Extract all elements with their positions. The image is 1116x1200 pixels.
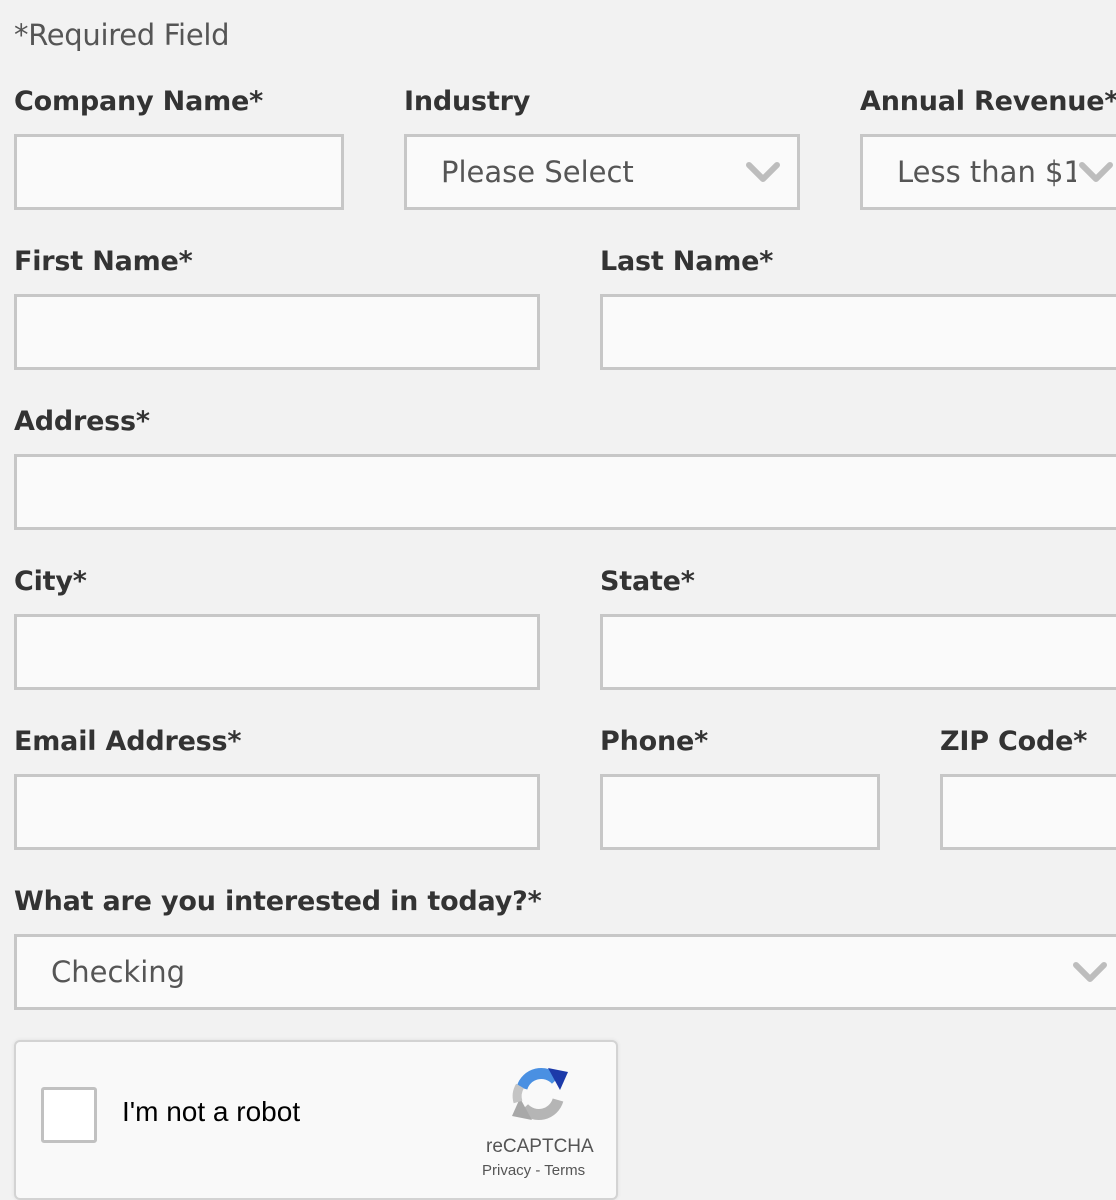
industry-label: Industry (404, 86, 531, 117)
zip-code-field[interactable] (940, 774, 1116, 850)
chevron-down-icon (1073, 962, 1107, 982)
interest-selected-value: Checking (51, 955, 186, 989)
recaptcha-checkbox[interactable] (41, 1087, 97, 1143)
email-input[interactable] (17, 777, 537, 847)
email-label: Email Address* (14, 726, 242, 757)
city-label: City* (14, 566, 87, 597)
company-name-label: Company Name* (14, 86, 264, 117)
chevron-down-icon (746, 162, 780, 182)
company-name-input[interactable] (17, 137, 341, 207)
first-name-label: First Name* (14, 246, 193, 277)
required-field-note: *Required Field (14, 18, 230, 52)
interest-select[interactable]: Checking (14, 934, 1116, 1010)
last-name-label: Last Name* (600, 246, 774, 277)
company-name-field[interactable] (14, 134, 344, 210)
chevron-down-icon (1079, 162, 1113, 182)
interest-label: What are you interested in today?* (14, 886, 542, 917)
last-name-input[interactable] (603, 297, 1116, 367)
city-input[interactable] (17, 617, 537, 687)
email-field[interactable] (14, 774, 540, 850)
recaptcha-logo-icon (512, 1068, 568, 1120)
address-input[interactable] (17, 457, 1116, 527)
state-label: State* (600, 566, 695, 597)
recaptcha-label: I'm not a robot (122, 1096, 301, 1127)
phone-field[interactable] (600, 774, 880, 850)
last-name-field[interactable] (600, 294, 1116, 370)
annual-revenue-selected-value: Less than $1 (897, 155, 1076, 189)
state-input[interactable] (603, 617, 1116, 687)
phone-input[interactable] (603, 777, 877, 847)
state-field[interactable] (600, 614, 1116, 690)
city-field[interactable] (14, 614, 540, 690)
address-field[interactable] (14, 454, 1116, 530)
zip-code-input[interactable] (943, 777, 1116, 847)
first-name-input[interactable] (17, 297, 537, 367)
zip-code-label: ZIP Code* (940, 726, 1088, 757)
recaptcha-widget: I'm not a robot reCAPTCHA Privacy - Term… (14, 1040, 618, 1200)
recaptcha-brand: reCAPTCHA (486, 1136, 594, 1157)
annual-revenue-label: Annual Revenue* (860, 86, 1116, 117)
address-label: Address* (14, 406, 150, 437)
annual-revenue-select[interactable]: Less than $1 (860, 134, 1116, 210)
phone-label: Phone* (600, 726, 709, 757)
industry-selected-value: Please Select (441, 155, 634, 189)
industry-select[interactable]: Please Select (404, 134, 800, 210)
recaptcha-privacy-terms[interactable]: Privacy - Terms (482, 1162, 585, 1179)
first-name-field[interactable] (14, 294, 540, 370)
